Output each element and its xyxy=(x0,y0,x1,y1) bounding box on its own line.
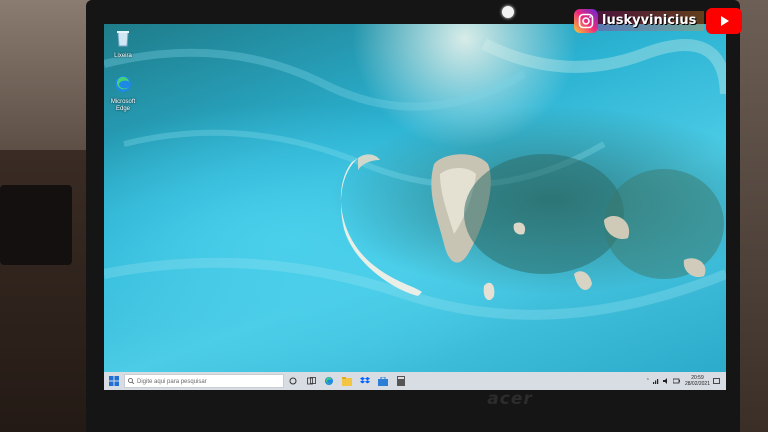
file-explorer-button[interactable] xyxy=(338,372,356,390)
battery-icon[interactable] xyxy=(672,378,680,384)
network-icon[interactable] xyxy=(652,378,660,384)
youtube-icon xyxy=(706,8,742,34)
show-hidden-icons[interactable]: ⌃ xyxy=(646,378,650,384)
black-box xyxy=(0,185,72,265)
store-button[interactable] xyxy=(374,372,392,390)
search-placeholder: Digite aqui para pesquisar xyxy=(137,379,207,385)
dropbox-button[interactable] xyxy=(356,372,374,390)
clock[interactable]: 20:59 28/02/2021 xyxy=(685,375,710,387)
store-icon xyxy=(378,376,388,386)
desktop-icon-label: Microsoft Edge xyxy=(110,99,136,112)
edge-icon xyxy=(115,76,131,92)
start-button[interactable] xyxy=(104,372,124,390)
desktop-icon-edge[interactable]: Microsoft Edge xyxy=(106,74,140,113)
calculator-button[interactable] xyxy=(392,372,410,390)
brand-logo: acer xyxy=(487,389,533,409)
desktop-icon-recycle-bin[interactable]: Lixeira xyxy=(106,28,140,60)
wallpaper xyxy=(104,38,726,320)
cortana-button[interactable] xyxy=(284,372,302,390)
taskbar-edge-button[interactable] xyxy=(320,372,338,390)
system-tray: ⌃ 20:59 28/02/2021 xyxy=(646,372,720,390)
social-overlay: luskyvinicius xyxy=(574,8,742,34)
webcam xyxy=(502,6,514,18)
notification-icon[interactable] xyxy=(713,377,720,385)
task-view-button[interactable] xyxy=(302,372,320,390)
search-input[interactable]: Digite aqui para pesquisar xyxy=(124,374,284,388)
file-explorer-icon xyxy=(342,376,352,386)
wall xyxy=(0,0,90,150)
instagram-icon xyxy=(574,9,598,33)
taskbar: Digite aqui para pesquisar ⌃ 20:59 28/02… xyxy=(104,372,726,390)
task-view-icon xyxy=(306,377,316,385)
clock-date: 28/02/2021 xyxy=(684,381,710,387)
dropbox-icon xyxy=(360,376,370,383)
recycle-bin-icon xyxy=(117,31,129,47)
search-icon xyxy=(128,378,134,384)
cortana-icon xyxy=(289,377,297,385)
desktop-icon-label: Lixeira xyxy=(114,53,132,59)
edge-icon xyxy=(325,377,333,385)
laptop-screen: Lixeira Microsoft Edge Digite aqui para … xyxy=(104,24,726,390)
calculator-icon xyxy=(397,376,405,386)
volume-icon[interactable] xyxy=(662,378,670,384)
windows-icon xyxy=(109,376,119,386)
channel-handle: luskyvinicius xyxy=(598,11,704,31)
